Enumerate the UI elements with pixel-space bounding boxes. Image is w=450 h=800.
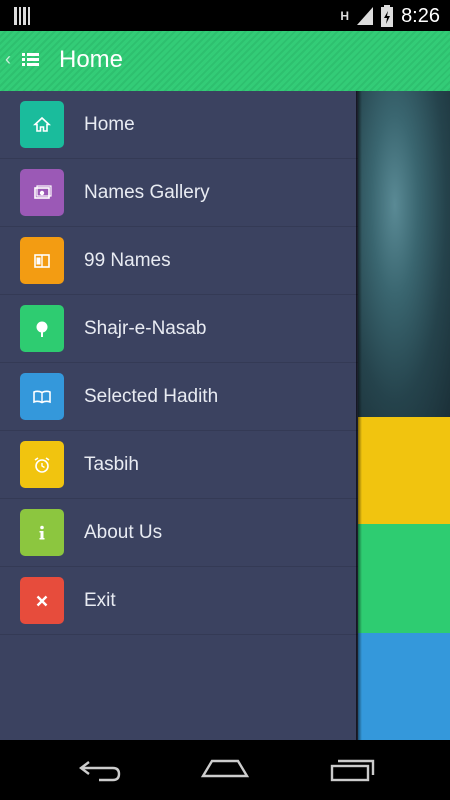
menu-item-label: Shajr-e-Nasab (84, 318, 207, 339)
status-bar: H 8:26 (0, 0, 450, 31)
recents-icon (330, 759, 375, 782)
home-button[interactable] (200, 756, 250, 784)
close-icon (20, 577, 64, 624)
content-tile-yellow[interactable] (358, 417, 450, 524)
menu-item-about-us[interactable]: About Us (0, 499, 358, 567)
main-content-background (358, 91, 450, 740)
home-icon (200, 759, 250, 778)
page-title: Home (59, 46, 124, 73)
header-image (358, 91, 450, 417)
recents-button[interactable] (327, 756, 377, 784)
content-tile-blue[interactable] (358, 633, 450, 740)
menu-item-label: About Us (84, 522, 163, 543)
book-icon (20, 237, 64, 284)
clock: 8:26 (401, 4, 440, 27)
menu-item-shajr-e-nasab[interactable]: Shajr-e-Nasab (0, 295, 358, 363)
system-navigation-bar (0, 740, 450, 800)
battery-icon (381, 5, 394, 27)
chevron-left-icon: ‹ (5, 49, 11, 69)
action-bar: ‹ Home (0, 31, 450, 91)
gallery-icon (20, 169, 64, 216)
status-icons: H 8:26 (340, 4, 440, 28)
list-icon (22, 53, 39, 67)
notification-icon (14, 7, 30, 25)
menu-item-tasbih[interactable]: Tasbih (0, 431, 358, 499)
menu-item-label: Exit (84, 590, 116, 611)
back-button[interactable] (75, 756, 125, 784)
alarm-clock-icon (20, 441, 64, 488)
menu-item-exit[interactable]: Exit (0, 567, 358, 635)
menu-item-label: Selected Hadith (84, 386, 219, 407)
menu-item-99-names[interactable]: 99 Names (0, 227, 358, 295)
menu-item-label: Names Gallery (84, 182, 210, 203)
menu-item-label: 99 Names (84, 250, 171, 271)
back-icon (79, 761, 121, 782)
drawer-shadow (356, 91, 362, 740)
navigation-drawer: Home Names Gallery 99 Names Shajr-e-Nasa… (0, 91, 358, 740)
menu-item-home[interactable]: Home (0, 91, 358, 159)
drawer-toggle-button[interactable]: ‹ (0, 31, 45, 91)
home-icon (20, 101, 64, 148)
signal-icon (357, 7, 374, 25)
open-book-icon (20, 373, 64, 420)
info-icon (20, 509, 64, 556)
menu-item-label: Tasbih (84, 454, 139, 475)
content-tile-green[interactable] (358, 524, 450, 633)
network-type-indicator: H (340, 9, 350, 23)
menu-item-names-gallery[interactable]: Names Gallery (0, 159, 358, 227)
menu-item-selected-hadith[interactable]: Selected Hadith (0, 363, 358, 431)
tree-icon (20, 305, 64, 352)
menu-item-label: Home (84, 114, 135, 135)
